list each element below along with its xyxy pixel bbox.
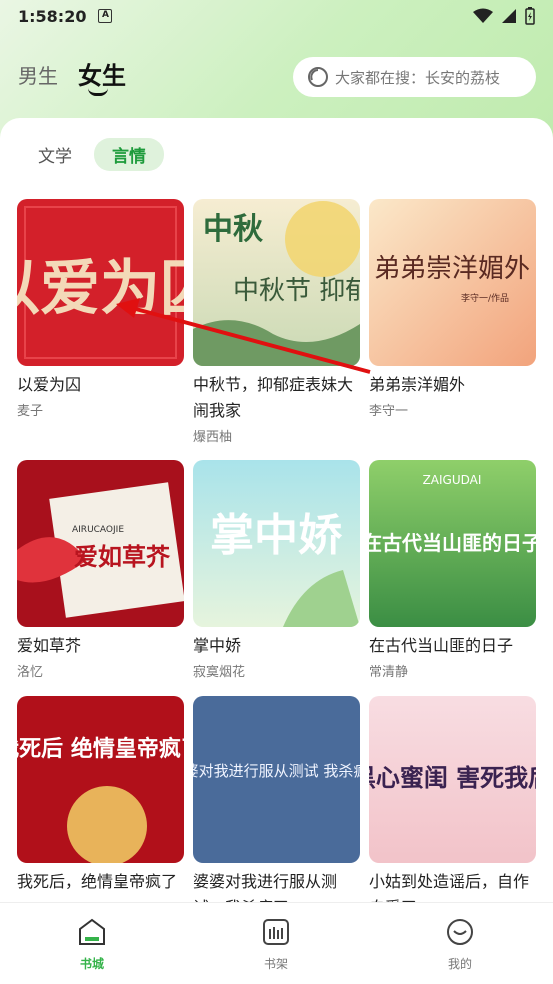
book-cover[interactable]: 掌中娇 [193,460,360,627]
category-literature[interactable]: 文学 [26,138,84,171]
book-author: 李守一 [369,404,409,419]
book-card[interactable]: AIRUCAOJIE 爱如草芥 爱如草芥 洛忆 [17,460,184,680]
content-sheet: 文学 言情 以爱为囚 以爱为囚 麦子 中秋 [0,118,553,984]
book-title[interactable]: 我死后，绝情皇帝疯了 [17,869,184,895]
book-author: 麦子 [17,404,44,419]
nav-bookstore[interactable]: 书城 [52,917,132,972]
book-author: 寂寞烟花 [193,665,246,680]
cover-text: 中秋节 抑郁症表妹 大闹我家 [233,276,360,306]
book-cover[interactable]: 中秋 中秋节 抑郁症表妹 大闹我家 [193,199,360,366]
search-input[interactable]: 大家都在搜：长安的荔枝 [293,57,536,97]
book-card[interactable]: 以爱为囚 以爱为囚 麦子 [17,199,184,419]
cover-text: 弟弟崇洋媚外 [374,254,530,284]
book-title[interactable]: 以爱为囚 [17,372,184,398]
book-cover[interactable]: 婆婆对我进行服从测试 我杀疯了 [193,696,360,863]
battery-icon [525,7,535,25]
wifi-icon [473,8,493,23]
book-cover[interactable]: ZAIGUDAI 在古代当山匪的日子 [369,460,536,627]
nav-label: 我的 [447,957,472,971]
book-card[interactable]: 黑心蜜闺 害死我后 小姑到处造谣后，自作自受了 [369,696,536,923]
tab-female[interactable]: 女生 [78,56,126,91]
cover-text: 在古代当山匪的日子 [369,531,536,555]
cover-subtext: 李守一/作品 [461,292,509,304]
nav-bookshelf[interactable]: 书架 [236,917,316,972]
nav-profile[interactable]: 我的 [420,917,500,972]
notification-badge: A [98,9,113,23]
cover-subtext: ZAIGUDAI [423,473,482,487]
active-tab-indicator [88,88,108,96]
bookshelf-icon [263,919,289,945]
book-card[interactable]: 婆婆对我进行服从测试 我杀疯了 婆婆对我进行服从测试，我杀疯了 [193,696,360,923]
nav-label: 书城 [79,957,104,971]
cover-text: 爱如草芥 [74,542,171,571]
cover-text: 掌中娇 [210,510,343,561]
svg-text:中秋: 中秋 [203,212,263,247]
book-card[interactable]: 弟弟崇洋媚外 李守一/作品 弟弟崇洋媚外 李守一 [369,199,536,419]
tab-male[interactable]: 男生 [18,60,58,89]
signal-icon [502,9,516,23]
header: 男生 女生 大家都在搜：长安的荔枝 [0,52,553,112]
book-cover[interactable]: 我死后 绝情皇帝疯了 [17,696,184,863]
book-author: 爆西柚 [193,430,233,445]
search-placeholder: 大家都在搜：长安的荔枝 [335,68,501,87]
cover-text: 我死后 绝情皇帝疯了 [17,736,184,762]
cover-text: 婆婆对我进行服从测试 我杀疯了 [193,762,360,780]
bookstore-icon [79,918,105,945]
book-cover[interactable]: 黑心蜜闺 害死我后 [369,696,536,863]
cover-text: 黑心蜜闺 害死我后 [369,763,536,792]
cover-subtext: AIRUCAOJIE [72,525,124,535]
profile-icon [447,919,473,945]
status-bar: 1:58:20 A [0,0,553,32]
book-title[interactable]: 在古代当山匪的日子 [369,633,536,659]
status-time: 1:58:20 [18,6,87,26]
nav-label: 书架 [263,957,288,971]
cover-text: 以爱为囚 [17,254,184,324]
book-card[interactable]: 中秋 中秋节 抑郁症表妹 大闹我家 中秋节，抑郁症表妹大闹我家 爆西柚 [193,199,360,445]
book-author: 常清静 [369,665,409,680]
book-title[interactable]: 爱如草芥 [17,633,184,659]
search-icon [308,67,328,87]
book-cover[interactable]: 以爱为囚 [17,199,184,366]
book-title[interactable]: 弟弟崇洋媚外 [369,372,536,398]
book-card[interactable]: ZAIGUDAI 在古代当山匪的日子 在古代当山匪的日子 常清静 [369,460,536,680]
book-card[interactable]: 我死后 绝情皇帝疯了 我死后，绝情皇帝疯了 [17,696,184,897]
category-romance[interactable]: 言情 [94,138,164,171]
bottom-nav: 书城 书架 我的 [0,902,553,984]
book-cover[interactable]: 弟弟崇洋媚外 李守一/作品 [369,199,536,366]
book-title[interactable]: 掌中娇 [193,633,360,659]
book-card[interactable]: 掌中娇 掌中娇 寂寞烟花 [193,460,360,680]
book-author: 洛忆 [17,665,44,680]
category-chips: 文学 言情 [26,138,164,171]
book-cover[interactable]: AIRUCAOJIE 爱如草芥 [17,460,184,627]
book-title[interactable]: 中秋节，抑郁症表妹大闹我家 [193,372,360,424]
